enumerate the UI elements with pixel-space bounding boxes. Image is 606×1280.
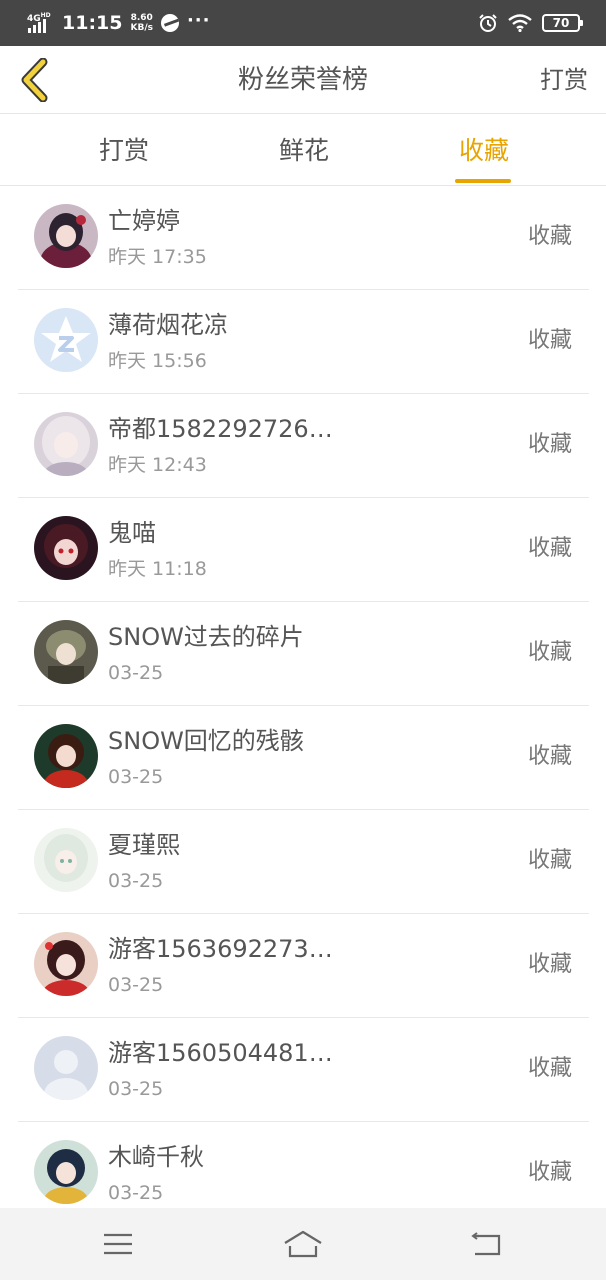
fan-list: 亡婷婷 昨天 17:35 收藏 薄荷烟花凉 昨天 15:56 收藏 帝都1582… <box>0 186 606 1208</box>
user-name: 鬼喵 <box>108 519 156 547</box>
battery-icon: 70 <box>542 14 583 32</box>
action-label: 收藏 <box>527 744 572 769</box>
action-label: 收藏 <box>527 224 572 249</box>
user-name: 亡婷婷 <box>108 207 180 235</box>
page-title: 粉丝荣誉榜 <box>237 65 368 95</box>
chevron-left-icon <box>21 58 48 102</box>
tip-button[interactable]: 打赏 <box>540 46 588 114</box>
clock: 11:15 <box>62 12 123 34</box>
user-name: 游客1563692273… <box>108 935 333 963</box>
avatar <box>34 724 98 788</box>
action-label: 收藏 <box>527 432 572 457</box>
action-label: 收藏 <box>527 952 572 977</box>
list-item[interactable]: 游客1563692273… 03-25 收藏 <box>0 914 606 1018</box>
notification-app-icon <box>160 14 179 32</box>
timestamp: 昨天 15:56 <box>108 350 207 372</box>
user-name: 木崎千秋 <box>108 1143 204 1171</box>
timestamp: 昨天 12:43 <box>108 454 207 476</box>
more-notifications-icon: ··· <box>186 9 211 31</box>
timestamp: 03-25 <box>108 662 164 684</box>
tab-tips[interactable]: 打赏 <box>64 115 184 186</box>
avatar <box>34 516 98 580</box>
list-item[interactable]: 亡婷婷 昨天 17:35 收藏 <box>0 186 606 290</box>
home-icon <box>284 1230 322 1258</box>
tab-flowers[interactable]: 鲜花 <box>244 115 364 186</box>
user-name: 帝都1582292726… <box>108 415 333 443</box>
timestamp: 03-25 <box>108 766 164 788</box>
user-name: SNOW回忆的残骸 <box>108 727 304 755</box>
back-arrow-icon <box>471 1232 501 1256</box>
avatar <box>34 412 98 476</box>
status-bar: 4GHD 11:15 8.60 KB/s ··· 70 <box>0 0 606 46</box>
list-item[interactable]: SNOW过去的碎片 03-25 收藏 <box>0 602 606 706</box>
list-item[interactable]: SNOW回忆的残骸 03-25 收藏 <box>0 706 606 810</box>
user-name: 薄荷烟花凉 <box>108 311 228 339</box>
user-name: 夏瑾熙 <box>108 831 180 859</box>
action-label: 收藏 <box>527 1056 572 1081</box>
alarm-icon <box>479 14 497 32</box>
menu-button[interactable] <box>88 1222 148 1266</box>
menu-icon <box>104 1233 132 1255</box>
list-item[interactable]: 游客1560504481… 03-25 收藏 <box>0 1018 606 1122</box>
user-name: 游客1560504481… <box>108 1039 333 1067</box>
avatar <box>34 828 98 892</box>
default-person-avatar-icon <box>34 1036 98 1100</box>
timestamp: 03-25 <box>108 974 164 996</box>
list-item[interactable]: 鬼喵 昨天 11:18 收藏 <box>0 498 606 602</box>
action-label: 收藏 <box>527 640 572 665</box>
default-star-avatar-icon <box>34 308 98 372</box>
avatar <box>34 1036 98 1100</box>
avatar <box>34 620 98 684</box>
timestamp: 03-25 <box>108 870 164 892</box>
list-item[interactable]: 木崎千秋 03-25 收藏 <box>0 1122 606 1208</box>
timestamp: 昨天 17:35 <box>108 246 207 268</box>
back-nav-button[interactable] <box>457 1222 517 1266</box>
tab-bar: 打赏 鲜花 收藏 <box>0 115 606 186</box>
back-button[interactable] <box>10 54 60 106</box>
list-item[interactable]: 夏瑾熙 03-25 收藏 <box>0 810 606 914</box>
wifi-icon <box>508 14 532 32</box>
avatar <box>34 308 98 372</box>
system-nav-bar <box>0 1208 606 1280</box>
action-label: 收藏 <box>527 536 572 561</box>
signal-icon: 4GHD <box>26 11 54 35</box>
list-item[interactable]: 薄荷烟花凉 昨天 15:56 收藏 <box>0 290 606 394</box>
action-label: 收藏 <box>527 328 572 353</box>
avatar <box>34 204 98 268</box>
action-label: 收藏 <box>527 1160 572 1185</box>
timestamp: 03-25 <box>108 1182 164 1204</box>
list-item[interactable]: 帝都1582292726… 昨天 12:43 收藏 <box>0 394 606 498</box>
timestamp: 昨天 11:18 <box>108 558 207 580</box>
timestamp: 03-25 <box>108 1078 164 1100</box>
app-header: 粉丝荣誉榜 打赏 <box>0 46 606 114</box>
avatar <box>34 1140 98 1204</box>
tab-favorites[interactable]: 收藏 <box>424 115 544 186</box>
network-speed: 8.60 KB/s <box>130 13 153 33</box>
action-label: 收藏 <box>527 848 572 873</box>
user-name: SNOW过去的碎片 <box>108 623 304 651</box>
avatar <box>34 932 98 996</box>
home-button[interactable] <box>273 1222 333 1266</box>
